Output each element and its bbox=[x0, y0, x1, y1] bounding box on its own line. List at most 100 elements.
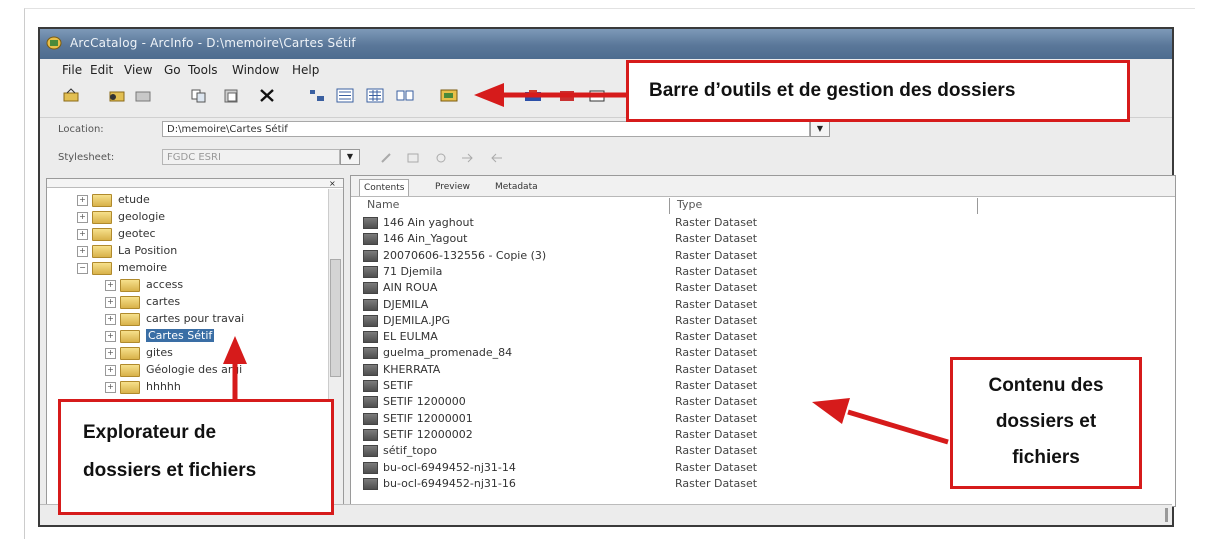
file-row[interactable]: SETIF 12000001 Raster Dataset bbox=[363, 412, 757, 428]
file-row[interactable]: SETIF 12000002 Raster Dataset bbox=[363, 428, 757, 444]
menu-help[interactable]: Help bbox=[292, 63, 319, 77]
tree-item[interactable]: + etude bbox=[77, 193, 150, 209]
column-separator[interactable] bbox=[669, 198, 670, 214]
file-type: Raster Dataset bbox=[675, 297, 758, 311]
menu-edit[interactable]: Edit bbox=[90, 63, 113, 77]
file-type: Raster Dataset bbox=[675, 248, 758, 262]
file-type: Raster Dataset bbox=[675, 281, 758, 295]
expand-collapse-icon[interactable]: + bbox=[77, 245, 88, 257]
file-row[interactable]: 20070606-132556 - Copie (3) Raster Datase… bbox=[363, 249, 757, 265]
tree-item-label: La Position bbox=[118, 244, 178, 257]
file-row[interactable]: AIN ROUA Raster Dataset bbox=[363, 281, 757, 297]
tree-item[interactable]: + access bbox=[105, 278, 183, 294]
tab-contents[interactable]: Contents bbox=[359, 179, 410, 196]
file-row[interactable]: DJEMILA.JPG Raster Dataset bbox=[363, 313, 757, 330]
stylesheet-select[interactable]: FGDC ESRI bbox=[162, 149, 340, 165]
file-type: Raster Dataset bbox=[675, 232, 758, 246]
tree-item[interactable]: + gites bbox=[105, 346, 173, 362]
list-icon[interactable] bbox=[336, 88, 354, 103]
resize-grip[interactable] bbox=[1165, 508, 1168, 522]
file-row[interactable]: SETIF 1200000 Raster Dataset bbox=[363, 395, 757, 411]
menu-window[interactable]: Window bbox=[232, 63, 279, 77]
file-name: AIN ROUA bbox=[383, 281, 438, 295]
file-row[interactable]: 146 Ain yaghout Raster Dataset bbox=[363, 216, 757, 232]
title-bar[interactable]: ArcCatalog - ArcInfo - D:\memoire\Cartes… bbox=[40, 29, 1172, 59]
tree-item[interactable]: − memoire bbox=[77, 261, 167, 277]
connect-folder-icon[interactable] bbox=[108, 88, 126, 103]
tree-item[interactable]: + geotec bbox=[77, 227, 156, 243]
callout-content-line: fichiers bbox=[1012, 447, 1080, 468]
column-separator[interactable] bbox=[977, 198, 978, 214]
file-type: Raster Dataset bbox=[675, 411, 758, 425]
expand-collapse-icon[interactable]: + bbox=[105, 313, 116, 325]
arrow-toolbar bbox=[474, 83, 626, 107]
expand-collapse-icon[interactable]: + bbox=[105, 330, 116, 342]
folder-icon bbox=[120, 363, 140, 377]
metadata-properties-icon[interactable] bbox=[406, 152, 420, 164]
expand-collapse-icon[interactable]: + bbox=[105, 279, 116, 291]
expand-collapse-icon[interactable]: + bbox=[105, 364, 116, 376]
callout-explorer-line: dossiers et fichiers bbox=[83, 460, 257, 481]
location-dropdown[interactable]: ▼ bbox=[810, 121, 830, 137]
menu-tools[interactable]: Tools bbox=[188, 63, 218, 77]
copy-icon[interactable] bbox=[190, 88, 208, 103]
file-type: Raster Dataset bbox=[675, 460, 758, 474]
file-name: bu-ocl-6949452-nj31-16 bbox=[383, 476, 516, 490]
file-row[interactable]: bu-ocl-6949452-nj31-16 Raster Dataset bbox=[363, 476, 757, 493]
expand-collapse-icon[interactable]: + bbox=[77, 211, 88, 223]
file-row[interactable]: sétif_topo Raster Dataset bbox=[363, 444, 757, 460]
expand-collapse-icon[interactable]: + bbox=[105, 296, 116, 308]
file-row[interactable]: guelma_promenade_84 Raster Dataset bbox=[363, 346, 757, 362]
tree-item[interactable]: + hhhhh bbox=[105, 380, 181, 396]
tab-preview[interactable]: Preview bbox=[431, 179, 474, 195]
export-metadata-icon[interactable] bbox=[490, 152, 504, 164]
folder-icon bbox=[120, 346, 140, 360]
import-metadata-icon[interactable] bbox=[460, 152, 474, 164]
tree-scroll-thumb[interactable] bbox=[330, 259, 341, 377]
expand-collapse-icon[interactable]: + bbox=[105, 347, 116, 359]
stylesheet-dropdown[interactable]: ▼ bbox=[340, 149, 360, 165]
tab-metadata[interactable]: Metadata bbox=[491, 179, 542, 195]
tree-item[interactable]: + cartes pour travai bbox=[105, 312, 244, 328]
menu-view[interactable]: View bbox=[124, 63, 152, 77]
menu-go[interactable]: Go bbox=[164, 63, 181, 77]
stylesheet-row: Stylesheet: FGDC ESRI ▼ bbox=[40, 146, 1172, 172]
close-icon[interactable]: × bbox=[329, 180, 339, 188]
file-row[interactable]: bu-ocl-6949452-nj31-14 Raster Dataset bbox=[363, 461, 757, 477]
thumbnails-icon[interactable] bbox=[396, 88, 414, 103]
disconnect-folder-icon[interactable] bbox=[134, 88, 152, 103]
delete-icon[interactable] bbox=[258, 88, 276, 103]
tree-item[interactable]: + cartes bbox=[105, 295, 180, 311]
raster-dataset-icon bbox=[363, 217, 378, 229]
arccatalog-app-icon bbox=[46, 36, 62, 50]
edit-metadata-icon[interactable] bbox=[380, 152, 394, 164]
arcmap-icon[interactable] bbox=[440, 88, 458, 103]
expand-collapse-icon[interactable]: + bbox=[77, 228, 88, 240]
expand-collapse-icon[interactable]: + bbox=[77, 194, 88, 206]
create-update-metadata-icon[interactable] bbox=[434, 152, 448, 164]
column-header-type[interactable]: Type bbox=[677, 198, 702, 214]
column-header-name[interactable]: Name bbox=[367, 198, 399, 214]
expand-collapse-icon[interactable]: − bbox=[77, 262, 88, 274]
paste-icon[interactable] bbox=[222, 88, 240, 103]
tree-item[interactable]: + geologie bbox=[77, 210, 165, 226]
file-row[interactable]: EL EULMA Raster Dataset bbox=[363, 330, 757, 346]
menu-file[interactable]: File bbox=[62, 63, 82, 77]
tree-item-label: cartes pour travai bbox=[146, 312, 245, 325]
folder-icon bbox=[120, 295, 140, 309]
file-row[interactable]: 146 Ain_Yagout Raster Dataset bbox=[363, 232, 757, 248]
file-row[interactable]: SETIF Raster Dataset bbox=[363, 379, 757, 395]
up-one-level-icon[interactable] bbox=[62, 88, 80, 103]
file-row[interactable]: 71 Djemila Raster Dataset bbox=[363, 265, 757, 281]
file-name: DJEMILA.JPG bbox=[383, 313, 451, 327]
large-icons-icon[interactable] bbox=[308, 88, 326, 103]
tree-item[interactable]: + La Position bbox=[77, 244, 177, 260]
tree-item[interactable]: + Cartes Sétif bbox=[105, 329, 215, 345]
file-row[interactable]: KHERRATA Raster Dataset bbox=[363, 363, 757, 379]
expand-collapse-icon[interactable]: + bbox=[105, 381, 116, 393]
callout-toolbar: Barre d’outils et de gestion des dossier… bbox=[626, 60, 1130, 122]
file-row[interactable]: DJEMILA Raster Dataset bbox=[363, 298, 757, 314]
location-input[interactable]: D:\memoire\Cartes Sétif bbox=[162, 121, 810, 137]
details-icon[interactable] bbox=[366, 88, 384, 103]
dropdown-arrow-icon: ▼ bbox=[816, 124, 824, 133]
